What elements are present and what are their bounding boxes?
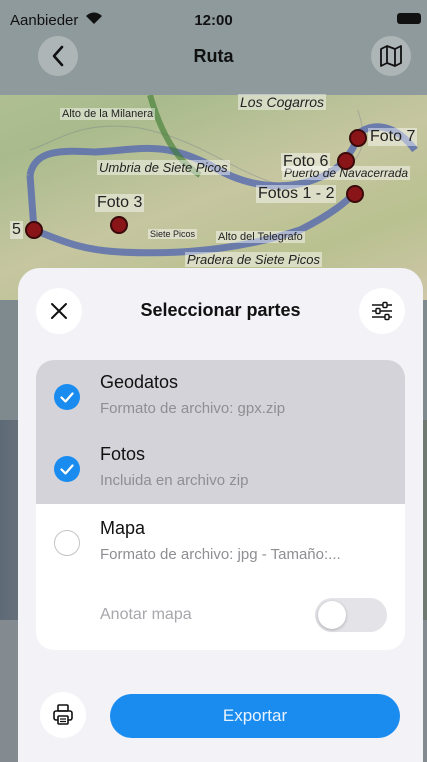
- battery-icon: [397, 13, 421, 24]
- option-mapa[interactable]: Mapa Formato de archivo: jpg - Tamaño:..…: [36, 506, 405, 578]
- sliders-icon: [372, 301, 392, 321]
- photo-pin[interactable]: [110, 216, 128, 234]
- option-title: Geodatos: [100, 372, 179, 392]
- map-label: Alto de la Milanera: [60, 108, 156, 120]
- map-button[interactable]: [371, 36, 411, 76]
- toggle-knob: [318, 601, 346, 629]
- photo-pin[interactable]: [346, 185, 364, 203]
- annotate-map-label: Anotar mapa: [100, 606, 192, 623]
- photo-pin[interactable]: [25, 221, 43, 239]
- page-title: Ruta: [193, 46, 234, 66]
- checkmark-icon[interactable]: [54, 456, 80, 482]
- checkmark-icon[interactable]: [54, 384, 80, 410]
- pin-label: Foto 6: [281, 153, 331, 171]
- empty-circle-icon[interactable]: [54, 530, 80, 556]
- status-time: 12:00: [194, 12, 233, 29]
- option-subtitle: Formato de archivo: jpg - Tamaño:...: [100, 546, 341, 563]
- photo-pin[interactable]: [337, 152, 355, 170]
- map-label: Umbria de Siete Picos: [97, 160, 230, 175]
- option-subtitle: Formato de archivo: gpx.zip: [100, 400, 286, 417]
- status-bar: Aanbieder 12:00: [0, 0, 427, 34]
- pin-label: Fotos 1 - 2: [256, 185, 337, 203]
- option-geodatos[interactable]: Geodatos Formato de archivo: gpx.zip: [36, 360, 405, 432]
- option-subtitle: Incluida en archivo zip: [100, 472, 249, 489]
- export-button[interactable]: Exportar: [110, 694, 400, 738]
- option-title: Fotos: [100, 444, 146, 464]
- pin-label: 5: [10, 221, 23, 239]
- parts-list: Geodatos Formato de archivo: gpx.zip Fot…: [36, 360, 405, 650]
- map-icon: [380, 45, 402, 67]
- filter-button[interactable]: [359, 288, 405, 334]
- option-title: Mapa: [100, 518, 146, 538]
- option-fotos[interactable]: Fotos Incluida en archivo zip: [36, 432, 405, 504]
- photo-pin[interactable]: [349, 129, 367, 147]
- map-label: Los Cogarros: [238, 94, 327, 110]
- printer-icon: [53, 704, 73, 725]
- map-label: Pradera de Siete Picos: [185, 252, 322, 267]
- pin-label: Foto 3: [95, 194, 145, 212]
- map-label: Siete Picos: [148, 229, 198, 239]
- select-parts-sheet: Seleccionar partes Geodatos Formato de a…: [18, 268, 423, 762]
- map-label: Alto del Telegrafo: [216, 231, 305, 243]
- pin-label: Foto 7: [368, 128, 418, 146]
- print-button[interactable]: [40, 692, 86, 738]
- annotate-map-toggle[interactable]: [315, 598, 387, 632]
